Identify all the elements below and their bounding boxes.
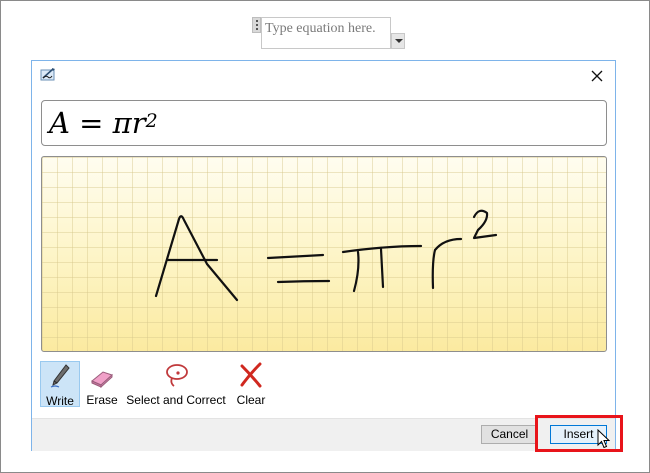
handwriting-canvas[interactable] — [41, 156, 607, 352]
ink-stroke-r — [431, 237, 463, 290]
equation-grip-handle[interactable] — [252, 17, 261, 33]
equation-placeholder[interactable]: Type equation here. — [252, 17, 405, 49]
write-tool-button[interactable]: Write — [40, 361, 80, 408]
cancel-button[interactable]: Cancel — [481, 425, 538, 444]
equation-preview: A = πr2 — [41, 100, 607, 146]
ink-equation-icon — [40, 67, 56, 81]
pen-icon — [50, 364, 70, 388]
ink-toolbar: Write Erase Select and Correct Clear — [32, 359, 615, 409]
clear-tool-button[interactable]: Clear — [232, 361, 270, 407]
dialog-footer: Cancel Insert — [32, 418, 615, 451]
clear-tool-label: Clear — [236, 393, 266, 407]
erase-tool-label: Erase — [86, 393, 118, 407]
eraser-icon — [91, 371, 113, 388]
ink-stroke-pi-right — [379, 247, 385, 289]
erase-tool-button[interactable]: Erase — [84, 361, 120, 407]
close-icon — [591, 70, 603, 82]
ink-stroke-equals-top — [266, 253, 325, 260]
ink-stroke-pi-left — [352, 250, 360, 293]
handwritten-ink — [154, 209, 498, 302]
equation-placeholder-text: Type equation here. — [265, 21, 376, 36]
ink-equation-dialog: A = πr2 Write Erase Select and Correct C… — [31, 60, 616, 451]
mouse-pointer-icon — [597, 428, 611, 454]
preview-exponent: 2 — [145, 110, 158, 132]
select-and-correct-tool-button[interactable]: Select and Correct — [126, 361, 226, 407]
close-button[interactable] — [585, 65, 609, 87]
ink-stroke-a-outline — [154, 215, 239, 302]
equation-options-dropdown[interactable] — [391, 33, 405, 49]
clear-x-icon — [240, 362, 262, 388]
lasso-icon — [166, 364, 188, 387]
ink-stroke-equals-bottom — [276, 279, 331, 284]
select-and-correct-tool-label: Select and Correct — [126, 393, 226, 407]
equation-input-field[interactable]: Type equation here. — [261, 17, 391, 49]
preview-equation-text: A = πr — [49, 106, 146, 140]
write-tool-label: Write — [46, 394, 74, 408]
ink-stroke-exponent-2 — [472, 209, 498, 240]
